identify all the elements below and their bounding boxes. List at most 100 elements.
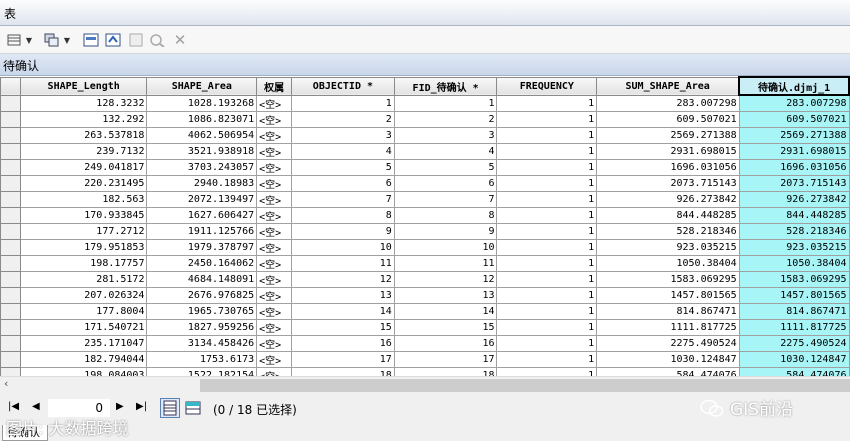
table-row[interactable]: 132.292 1086.823071 <空> 2 2 1 609.507021 609.50… bbox=[0, 110, 850, 128]
table-cell[interactable]: 1 bbox=[496, 286, 598, 304]
table-row[interactable]: 220.231495 2940.18983 <空> 6 6 1 2073.715143 207… bbox=[0, 174, 850, 192]
table-cell[interactable]: <空> bbox=[256, 158, 293, 176]
table-cell[interactable]: 1111.817725 bbox=[738, 318, 850, 336]
table-cell[interactable]: <空> bbox=[256, 126, 293, 144]
table-cell[interactable]: 1 bbox=[496, 126, 598, 144]
table-cell[interactable]: 198.084003 bbox=[19, 366, 148, 376]
table-cell[interactable]: 128.3232 bbox=[19, 94, 148, 112]
table-tab-label[interactable]: 待确认 bbox=[3, 57, 39, 74]
table-cell[interactable]: 2569.271388 bbox=[738, 126, 850, 144]
row-selector[interactable] bbox=[0, 126, 21, 144]
row-selector[interactable] bbox=[0, 190, 21, 208]
table-cell[interactable]: 2 bbox=[291, 110, 395, 128]
table-cell[interactable]: 1457.801565 bbox=[738, 286, 850, 304]
table-row[interactable]: 281.5172 4684.148091 <空> 12 12 1 1583.069295 15… bbox=[0, 270, 850, 288]
table-cell[interactable]: 1911.125766 bbox=[146, 222, 258, 240]
select-by-attributes-icon[interactable] bbox=[82, 31, 100, 49]
row-selector[interactable] bbox=[0, 238, 21, 256]
table-cell[interactable]: 281.5172 bbox=[19, 270, 148, 288]
table-cell[interactable]: 1 bbox=[496, 222, 598, 240]
table-cell[interactable]: 3703.243057 bbox=[146, 158, 258, 176]
table-cell[interactable]: 1 bbox=[496, 142, 598, 160]
table-cell[interactable]: 263.537818 bbox=[19, 126, 148, 144]
table-cell[interactable]: 923.035215 bbox=[596, 238, 740, 256]
table-cell[interactable]: 2 bbox=[393, 110, 498, 128]
table-row[interactable]: 207.026324 2676.976825 <空> 13 13 1 1457.801565… bbox=[0, 286, 850, 304]
table-cell[interactable]: 1 bbox=[496, 270, 598, 288]
table-cell[interactable]: 923.035215 bbox=[738, 238, 850, 256]
row-selector[interactable] bbox=[0, 254, 21, 272]
table-cell[interactable]: 1050.38404 bbox=[738, 254, 850, 272]
table-cell[interactable]: 1583.069295 bbox=[596, 270, 740, 288]
row-selector[interactable] bbox=[0, 222, 21, 240]
table-cell[interactable]: 1 bbox=[496, 366, 598, 376]
table-cell[interactable]: 2073.715143 bbox=[738, 174, 850, 192]
table-row[interactable]: 171.540721 1827.959256 <空> 15 15 1 1111.817725… bbox=[0, 318, 850, 336]
table-cell[interactable]: 2569.271388 bbox=[596, 126, 740, 144]
switch-selection-icon[interactable] bbox=[104, 31, 122, 49]
table-cell[interactable]: <空> bbox=[256, 270, 293, 288]
row-selector[interactable] bbox=[0, 286, 21, 304]
table-cell[interactable]: 8 bbox=[393, 206, 498, 224]
table-cell[interactable]: 8 bbox=[291, 206, 395, 224]
column-header[interactable]: FID_待确认 * bbox=[393, 76, 498, 96]
table-cell[interactable]: 844.448285 bbox=[738, 206, 850, 224]
table-cell[interactable]: 1 bbox=[496, 206, 598, 224]
table-cell[interactable]: 926.273842 bbox=[596, 190, 740, 208]
table-row[interactable]: 177.8004 1965.730765 <空> 14 14 1 814.867471 814… bbox=[0, 302, 850, 320]
table-cell[interactable]: 198.17757 bbox=[19, 254, 148, 272]
row-selector[interactable] bbox=[0, 110, 21, 128]
table-cell[interactable]: 609.507021 bbox=[738, 110, 850, 128]
table-cell[interactable]: 10 bbox=[393, 238, 498, 256]
row-selector[interactable] bbox=[0, 334, 21, 352]
row-selector[interactable] bbox=[0, 318, 21, 336]
table-cell[interactable]: <空> bbox=[256, 142, 293, 160]
row-selector[interactable] bbox=[0, 350, 21, 368]
table-cell[interactable]: 1030.124847 bbox=[738, 350, 850, 368]
table-cell[interactable]: 12 bbox=[393, 270, 498, 288]
table-cell[interactable]: 18 bbox=[393, 366, 498, 376]
table-cell[interactable]: 235.171047 bbox=[19, 334, 148, 352]
table-cell[interactable]: 4 bbox=[291, 142, 395, 160]
row-selector[interactable] bbox=[0, 302, 21, 320]
column-header[interactable]: 权属 bbox=[256, 76, 293, 96]
table-cell[interactable]: 1 bbox=[496, 190, 598, 208]
table-cell[interactable]: <空> bbox=[256, 302, 293, 320]
table-cell[interactable]: 1827.959256 bbox=[146, 318, 258, 336]
table-cell[interactable]: 2275.490524 bbox=[738, 334, 850, 352]
table-cell[interactable]: 844.448285 bbox=[596, 206, 740, 224]
table-cell[interactable]: 3 bbox=[291, 126, 395, 144]
table-row[interactable]: 198.17757 2450.164062 <空> 11 11 1 1050.38404 10… bbox=[0, 254, 850, 272]
table-cell[interactable]: 2931.698015 bbox=[596, 142, 740, 160]
table-cell[interactable]: 3 bbox=[393, 126, 498, 144]
table-cell[interactable]: 1 bbox=[496, 110, 598, 128]
table-cell[interactable]: 1 bbox=[496, 350, 598, 368]
table-cell[interactable]: 170.933845 bbox=[19, 206, 148, 224]
table-cell[interactable]: 1696.031056 bbox=[596, 158, 740, 176]
row-selector[interactable] bbox=[0, 142, 21, 160]
zoom-to-selected-icon[interactable] bbox=[148, 31, 166, 49]
table-cell[interactable]: 171.540721 bbox=[19, 318, 148, 336]
table-cell[interactable]: 1457.801565 bbox=[596, 286, 740, 304]
show-all-records-icon[interactable] bbox=[160, 398, 180, 418]
table-row[interactable]: 128.3232 1028.193268 <空> 1 1 1 283.007298 283.0… bbox=[0, 94, 850, 112]
table-cell[interactable]: <空> bbox=[256, 174, 293, 192]
table-cell[interactable]: 12 bbox=[291, 270, 395, 288]
related-tables-dropdown-icon[interactable]: ▼ bbox=[62, 31, 72, 49]
row-selector[interactable] bbox=[0, 270, 21, 288]
table-cell[interactable]: 179.951853 bbox=[19, 238, 148, 256]
table-cell[interactable]: 1030.124847 bbox=[596, 350, 740, 368]
table-cell[interactable]: 1086.823071 bbox=[146, 110, 258, 128]
table-cell[interactable]: 1 bbox=[496, 158, 598, 176]
table-cell[interactable]: 609.507021 bbox=[596, 110, 740, 128]
previous-record-icon[interactable]: ◀ bbox=[32, 401, 40, 412]
table-row[interactable]: 263.537818 4062.506954 <空> 3 3 1 2569.271388 25… bbox=[0, 126, 850, 144]
show-selected-records-icon[interactable] bbox=[183, 398, 203, 418]
table-cell[interactable]: 14 bbox=[393, 302, 498, 320]
table-cell[interactable]: 11 bbox=[393, 254, 498, 272]
table-cell[interactable]: 584.474076 bbox=[596, 366, 740, 376]
table-cell[interactable]: 9 bbox=[291, 222, 395, 240]
table-cell[interactable]: 814.867471 bbox=[596, 302, 740, 320]
table-row[interactable]: 179.951853 1979.378797 <空> 10 10 1 923.035215 9… bbox=[0, 238, 850, 256]
clear-selection-icon[interactable] bbox=[128, 31, 144, 49]
